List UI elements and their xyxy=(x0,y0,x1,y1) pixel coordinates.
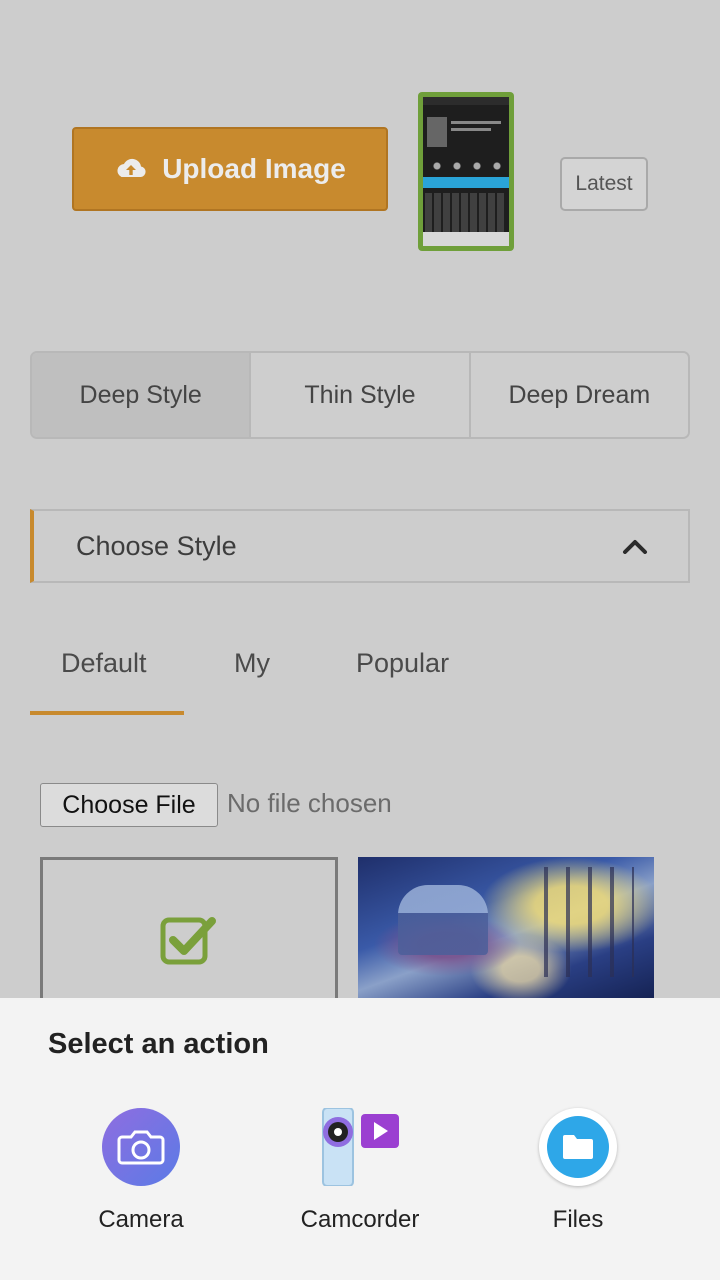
chevron-up-icon xyxy=(623,540,647,554)
tab-default[interactable]: Default xyxy=(61,648,147,679)
segment-deep-dream[interactable]: Deep Dream xyxy=(470,353,688,437)
painting-image xyxy=(398,885,488,955)
latest-label: Latest xyxy=(575,172,633,195)
tab-my[interactable]: My xyxy=(234,648,270,679)
action-label: Camcorder xyxy=(300,1206,420,1233)
segment-label: Thin Style xyxy=(304,380,416,409)
thumbnail-preview xyxy=(423,97,509,246)
action-label: Camera xyxy=(98,1206,184,1233)
camcorder-icon xyxy=(317,1107,403,1187)
file-status-text: No file chosen xyxy=(227,788,392,818)
style-card-none[interactable] xyxy=(40,857,338,1017)
segment-thin-style[interactable]: Thin Style xyxy=(251,353,471,437)
style-card-painting[interactable] xyxy=(358,857,654,1017)
action-camcorder[interactable]: Camcorder xyxy=(270,1107,450,1234)
choose-style-header[interactable]: Choose Style xyxy=(30,509,690,583)
choose-file-label: Choose File xyxy=(62,790,196,819)
files-icon xyxy=(539,1108,617,1186)
action-sheet: Select an action Camera Camcorder Files xyxy=(0,998,720,1280)
style-type-selector: Deep Style Thin Style Deep Dream xyxy=(30,351,690,439)
segment-label: Deep Dream xyxy=(508,380,651,409)
latest-button[interactable]: Latest xyxy=(560,157,648,211)
choose-style-label: Choose Style xyxy=(76,530,237,561)
uploaded-image-thumbnail[interactable] xyxy=(418,92,514,251)
upload-image-label: Upload Image xyxy=(162,153,346,184)
page: Upload Image Latest Deep Style Thin Styl… xyxy=(0,0,720,1280)
active-tab-indicator xyxy=(30,711,184,715)
action-label: Files xyxy=(552,1206,604,1233)
checkbox-checked-icon xyxy=(160,917,216,965)
action-sheet-title: Select an action xyxy=(48,1028,269,1060)
segment-label: Deep Style xyxy=(79,380,202,409)
camera-icon xyxy=(102,1108,180,1186)
upload-image-button[interactable]: Upload Image xyxy=(72,127,388,211)
choose-file-button[interactable]: Choose File xyxy=(40,783,218,827)
tab-popular[interactable]: Popular xyxy=(356,648,449,679)
cloud-upload-icon xyxy=(117,158,146,177)
action-files[interactable]: Files xyxy=(488,1108,668,1234)
action-camera[interactable]: Camera xyxy=(51,1108,231,1234)
segment-deep-style[interactable]: Deep Style xyxy=(32,353,252,437)
